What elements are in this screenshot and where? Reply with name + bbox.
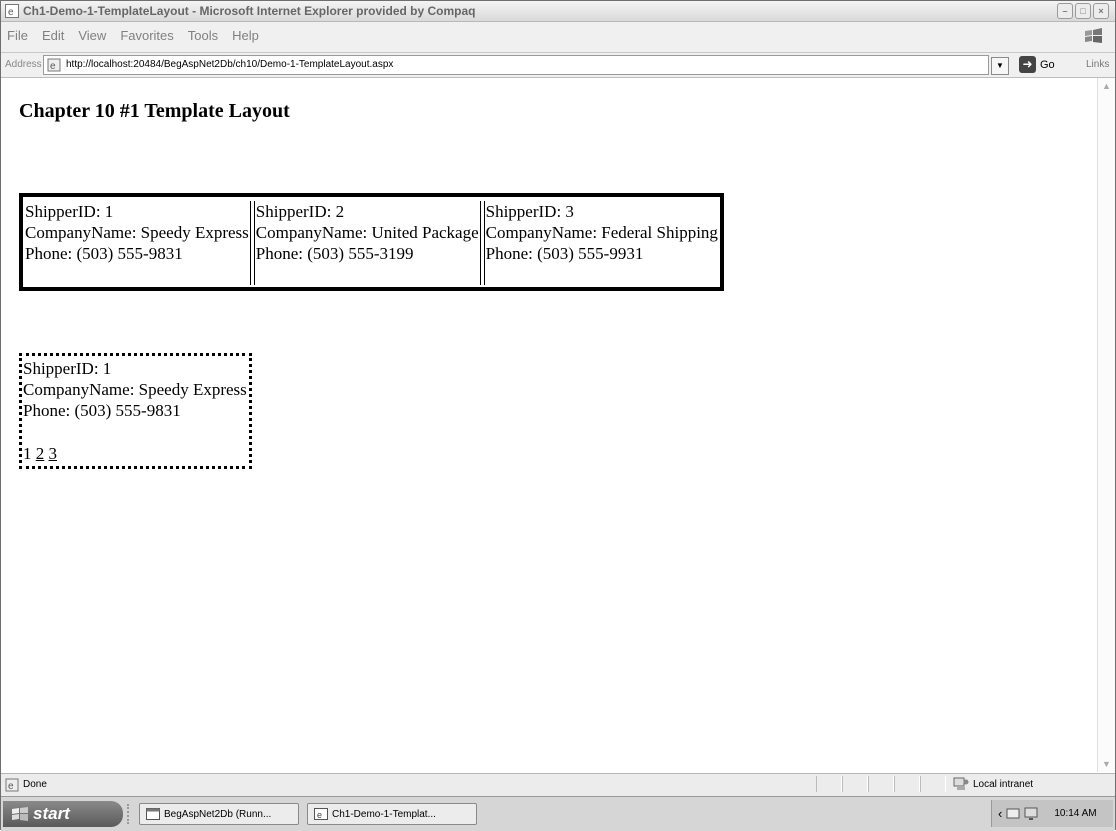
task-label: BegAspNet2Db (Runn... bbox=[164, 808, 272, 820]
status-bar: e Done Local intranet bbox=[1, 773, 1115, 796]
links-button[interactable]: Links bbox=[1086, 59, 1109, 70]
status-panel bbox=[868, 776, 894, 792]
menu-favorites[interactable]: Favorites bbox=[120, 28, 173, 43]
status-text: Done bbox=[23, 779, 47, 790]
taskbar: start BegAspNet2Db (Runn... e Ch1-Demo-1… bbox=[1, 796, 1115, 831]
company-name: CompanyName: Speedy Express bbox=[25, 223, 249, 242]
company-name: CompanyName: Federal Shipping bbox=[485, 223, 718, 242]
task-label: Ch1-Demo-1-Templat... bbox=[332, 808, 436, 820]
status-panel bbox=[894, 776, 920, 792]
datalist-item: ShipperID: 1 CompanyName: Speedy Express… bbox=[25, 201, 249, 285]
menu-file[interactable]: File bbox=[7, 28, 28, 43]
window-title: Ch1-Demo-1-TemplateLayout - Microsoft In… bbox=[23, 4, 476, 18]
datalist-item: ShipperID: 3 CompanyName: Federal Shippi… bbox=[486, 201, 718, 285]
menu-view[interactable]: View bbox=[78, 28, 106, 43]
system-tray: ‹ 10:14 AM bbox=[991, 800, 1113, 827]
taskbar-item-ie[interactable]: e Ch1-Demo-1-Templat... bbox=[307, 803, 477, 825]
menu-help[interactable]: Help bbox=[232, 28, 259, 43]
minimize-button[interactable]: – bbox=[1057, 3, 1073, 19]
go-button[interactable]: ➜ Go bbox=[1019, 56, 1055, 73]
taskbar-item-vs[interactable]: BegAspNet2Db (Runn... bbox=[139, 803, 299, 825]
quicklaunch-grip[interactable] bbox=[127, 804, 135, 824]
pager-current-page: 1 bbox=[23, 444, 32, 463]
status-panel bbox=[920, 776, 946, 792]
page-title: Chapter 10 #1 Template Layout bbox=[19, 100, 290, 122]
page-content: Chapter 10 #1 Template Layout ShipperID:… bbox=[1, 78, 1097, 772]
page-done-icon: e bbox=[5, 778, 19, 792]
clock: 10:14 AM bbox=[1054, 808, 1097, 819]
shipper-id: ShipperID: 3 bbox=[485, 202, 574, 221]
vertical-scrollbar[interactable]: ▲ ▼ bbox=[1097, 78, 1115, 772]
zone-label: Local intranet bbox=[973, 778, 1034, 790]
shipper-id: ShipperID: 2 bbox=[255, 202, 345, 221]
company-name: CompanyName: United Package bbox=[255, 223, 479, 242]
go-label: Go bbox=[1040, 58, 1055, 71]
address-label: Address bbox=[5, 59, 42, 70]
pager: 1 2 3 bbox=[23, 443, 247, 464]
security-zone: Local intranet bbox=[953, 777, 1033, 791]
tray-expand-icon[interactable]: ‹ bbox=[998, 806, 1002, 821]
phone: Phone: (503) 555-3199 bbox=[255, 244, 414, 263]
shipper-id: ShipperID: 1 bbox=[23, 359, 112, 378]
tray-monitor-icon[interactable] bbox=[1024, 807, 1038, 821]
address-bar: Address e http://localhost:20484/BegAspN… bbox=[1, 53, 1115, 78]
windows-flag-icon bbox=[12, 807, 28, 821]
scroll-up-icon[interactable]: ▲ bbox=[1098, 78, 1115, 94]
windows-logo-icon bbox=[1085, 28, 1102, 43]
menu-bar: File Edit View Favorites Tools Help bbox=[1, 22, 1115, 53]
svg-text:e: e bbox=[317, 810, 322, 820]
start-button[interactable]: start bbox=[3, 801, 123, 827]
pager-link-2[interactable]: 2 bbox=[36, 444, 45, 463]
address-url: http://localhost:20484/BegAspNet2Db/ch10… bbox=[66, 59, 394, 70]
datalist-item: ShipperID: 2 CompanyName: United Package… bbox=[256, 201, 479, 285]
ie-icon: e bbox=[314, 808, 328, 820]
item-separator bbox=[479, 201, 485, 285]
page-icon: e bbox=[47, 58, 61, 72]
phone: Phone: (503) 555-9831 bbox=[25, 244, 183, 263]
tray-network-icon[interactable] bbox=[1006, 807, 1020, 821]
go-arrow-icon: ➜ bbox=[1019, 56, 1036, 73]
svg-text:e: e bbox=[50, 61, 56, 72]
phone: Phone: (503) 555-9831 bbox=[23, 401, 181, 420]
maximize-button[interactable]: □ bbox=[1075, 3, 1091, 19]
intranet-icon bbox=[953, 777, 969, 790]
menu-tools[interactable]: Tools bbox=[188, 28, 218, 43]
address-dropdown-icon[interactable]: ▼ bbox=[991, 57, 1009, 75]
company-name: CompanyName: Speedy Express bbox=[23, 380, 247, 399]
svg-text:e: e bbox=[8, 781, 14, 792]
status-panel bbox=[816, 776, 842, 792]
start-label: start bbox=[33, 804, 70, 823]
close-button[interactable]: × bbox=[1093, 3, 1109, 19]
scroll-down-icon[interactable]: ▼ bbox=[1098, 756, 1115, 772]
svg-text:e: e bbox=[8, 7, 14, 18]
shipper-id: ShipperID: 1 bbox=[25, 202, 114, 221]
pager-link-3[interactable]: 3 bbox=[49, 444, 58, 463]
title-bar: e Ch1-Demo-1-TemplateLayout - Microsoft … bbox=[1, 1, 1115, 22]
shippers-datalist: ShipperID: 1 CompanyName: Speedy Express… bbox=[19, 193, 724, 291]
ie-icon: e bbox=[5, 4, 19, 18]
menu-edit[interactable]: Edit bbox=[42, 28, 64, 43]
address-input[interactable]: e http://localhost:20484/BegAspNet2Db/ch… bbox=[43, 55, 989, 75]
phone: Phone: (503) 555-9931 bbox=[485, 244, 644, 263]
app-window-icon bbox=[146, 808, 160, 820]
shipper-formview: ShipperID: 1 CompanyName: Speedy Express… bbox=[19, 353, 252, 469]
status-panel bbox=[842, 776, 868, 792]
item-separator bbox=[249, 201, 255, 285]
